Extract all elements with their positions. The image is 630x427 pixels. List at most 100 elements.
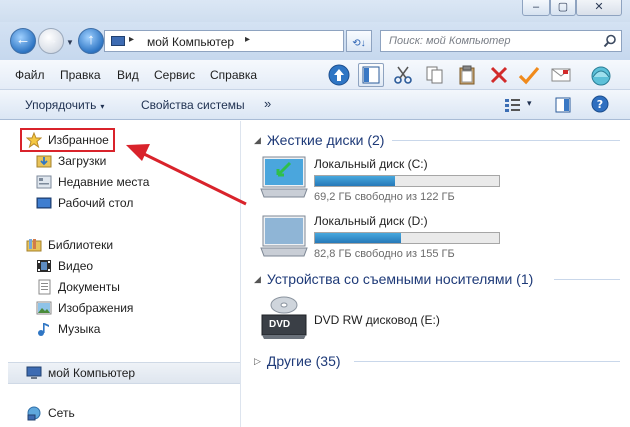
images-icon xyxy=(36,300,52,316)
menu-tools[interactable]: Сервис xyxy=(154,68,195,82)
nav-images-label: Изображения xyxy=(58,301,134,315)
address-row: ← → ▼ ↑ ▸ мой Компьютер ▸ ▾ ⟲↓ Поиск: мо… xyxy=(0,22,630,60)
breadcrumb-separator[interactable]: ▸ xyxy=(129,34,134,45)
preview-pane-button[interactable] xyxy=(555,97,571,113)
nav-video[interactable]: Видео xyxy=(36,256,93,276)
expand-triangle-icon: ▷ xyxy=(254,355,261,366)
drive-c-item[interactable]: Локальный диск (C:) 69,2 ГБ свободно из … xyxy=(256,153,516,203)
minimize-button[interactable]: – xyxy=(522,0,550,16)
up-arrow-icon: ↑ xyxy=(87,31,95,48)
shell-icon xyxy=(591,66,611,86)
chevron-down-icon: ▾ xyxy=(100,102,105,111)
window-titlebar: – ▢ ✕ xyxy=(0,0,630,22)
nav-libraries[interactable]: Библиотеки xyxy=(26,235,113,255)
shell-button[interactable] xyxy=(588,63,614,87)
downloads-folder-icon xyxy=(36,153,52,169)
refresh-icon: ⟲↓ xyxy=(352,38,366,49)
drive-c-usage-bar xyxy=(314,175,500,187)
close-button[interactable]: ✕ xyxy=(576,0,622,16)
copy-icon xyxy=(426,66,443,84)
menu-help[interactable]: Справка xyxy=(210,68,257,82)
group-divider xyxy=(554,279,620,280)
navigation-pane: Избранное Загрузки Недавние места Рабочи… xyxy=(0,121,241,427)
copy-button[interactable] xyxy=(422,63,448,87)
up-arrow-icon xyxy=(328,64,350,86)
up-folder-button[interactable] xyxy=(326,63,352,87)
nav-network-label: Сеть xyxy=(48,406,75,420)
mail-icon xyxy=(551,68,571,82)
group-other[interactable]: ▷ Другие (35) xyxy=(254,351,341,371)
nav-favorites[interactable]: Избранное xyxy=(26,130,109,150)
content-pane: ◢ Жесткие диски (2) Локальный диск (C:) … xyxy=(242,121,630,427)
nav-music[interactable]: Музыка xyxy=(36,319,100,339)
delete-button[interactable] xyxy=(486,63,512,87)
paste-button[interactable] xyxy=(454,63,480,87)
nav-recent-places[interactable]: Недавние места xyxy=(36,172,149,192)
command-bar: Упорядочить ▾ Свойства системы » ▾ ? xyxy=(0,90,630,120)
nav-music-label: Музыка xyxy=(58,322,101,336)
nav-images[interactable]: Изображения xyxy=(36,298,133,318)
chevron-down-icon: ▾ xyxy=(527,98,532,108)
dvd-drive-item[interactable]: DVD DVD RW дисковод (E:) xyxy=(256,293,516,343)
checkmark-icon xyxy=(518,66,540,85)
group-divider xyxy=(392,140,620,141)
properties-button[interactable] xyxy=(516,63,542,87)
hard-drive-system-icon xyxy=(260,156,308,198)
drive-d-item[interactable]: Локальный диск (D:) 82,8 ГБ свободно из … xyxy=(256,210,516,260)
search-input[interactable]: Поиск: мой Компьютер xyxy=(380,30,622,52)
menu-view[interactable]: Вид xyxy=(117,68,139,82)
organize-button[interactable]: Упорядочить ▾ xyxy=(25,98,104,112)
menu-file[interactable]: Файл xyxy=(15,68,45,82)
cut-icon xyxy=(394,66,412,84)
menu-bar: Файл Правка Вид Сервис Справка xyxy=(0,60,630,90)
help-button[interactable]: ? xyxy=(591,95,609,113)
documents-icon xyxy=(36,279,52,295)
nav-documents-label: Документы xyxy=(58,280,120,294)
change-view-button[interactable]: ▾ xyxy=(505,96,539,114)
more-commands-button[interactable]: » xyxy=(264,96,271,111)
group-removable[interactable]: ◢ Устройства со съемными носителями (1) xyxy=(254,269,533,289)
nav-desktop-label: Рабочий стол xyxy=(58,196,134,210)
collapse-triangle-icon: ◢ xyxy=(254,134,261,145)
email-button[interactable] xyxy=(548,63,574,87)
help-icon: ? xyxy=(591,95,609,113)
nav-network[interactable]: Сеть xyxy=(26,403,75,423)
search-placeholder: Поиск: мой Компьютер xyxy=(389,35,511,47)
video-icon xyxy=(36,258,52,274)
address-bar[interactable]: ▸ мой Компьютер ▸ ▾ xyxy=(104,30,439,52)
group-removable-label: Устройства со съемными носителями (1) xyxy=(266,271,534,287)
group-other-label: Другие (35) xyxy=(266,353,341,369)
back-button[interactable]: ← xyxy=(10,28,36,54)
back-arrow-icon: ← xyxy=(15,31,31,48)
menu-edit[interactable]: Правка xyxy=(60,68,101,82)
navigation-pane-toggle[interactable] xyxy=(358,63,384,87)
refresh-button[interactable]: ⟲↓ xyxy=(346,30,372,52)
system-properties-button[interactable]: Свойства системы xyxy=(141,98,245,112)
drive-d-name: Локальный диск (D:) xyxy=(314,214,428,228)
forward-button[interactable]: → xyxy=(38,28,64,54)
nav-downloads[interactable]: Загрузки xyxy=(36,151,106,171)
nav-my-computer[interactable]: мой Компьютер xyxy=(26,363,135,383)
breadcrumb-my-computer[interactable]: мой Компьютер xyxy=(147,35,234,49)
breadcrumb-separator[interactable]: ▸ xyxy=(245,34,250,45)
history-dropdown-icon[interactable]: ▼ xyxy=(66,38,74,47)
drive-d-usage-bar xyxy=(314,232,500,244)
nav-documents[interactable]: Документы xyxy=(36,277,120,297)
libraries-icon xyxy=(26,237,42,253)
group-divider xyxy=(354,361,620,362)
view-list-icon xyxy=(505,99,520,112)
dvd-drive-name: DVD RW дисковод (E:) xyxy=(314,313,440,327)
up-level-button[interactable]: ↑ xyxy=(78,28,104,54)
search-icon[interactable] xyxy=(603,34,617,48)
preview-pane-icon xyxy=(555,97,571,113)
group-hard-drives-label: Жесткие диски (2) xyxy=(266,132,385,148)
dvd-logo-text: DVD xyxy=(269,319,291,330)
drive-d-free-space: 82,8 ГБ свободно из 155 ГБ xyxy=(314,248,455,260)
nav-recent-places-label: Недавние места xyxy=(58,175,150,189)
nav-desktop[interactable]: Рабочий стол xyxy=(36,193,133,213)
maximize-button[interactable]: ▢ xyxy=(550,0,576,16)
svg-text:?: ? xyxy=(597,98,603,111)
view-pane-icon xyxy=(362,66,380,84)
cut-button[interactable] xyxy=(390,63,416,87)
group-hard-drives[interactable]: ◢ Жесткие диски (2) xyxy=(254,130,384,150)
